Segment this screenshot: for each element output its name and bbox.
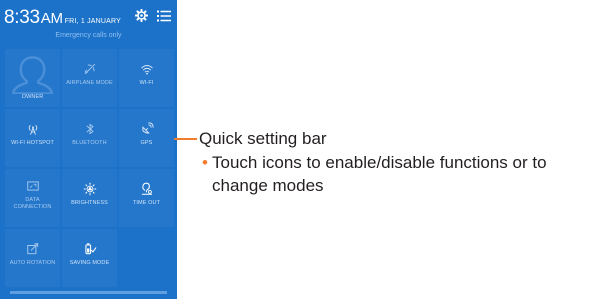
tile-airplane-mode[interactable]: AIRPLANE MODE <box>62 49 117 107</box>
battery-saving-icon <box>84 243 96 255</box>
panel-drag-handle[interactable] <box>10 291 167 294</box>
tile-label: BLUETOOTH <box>72 140 107 146</box>
tile-label: OWNER <box>21 94 44 100</box>
tile-label: AIRPLANE MODE <box>66 80 113 86</box>
tile-label-line2: CONNECTION <box>13 204 52 210</box>
tile-label: TIME OUT <box>132 200 161 206</box>
tile-label: DATA CONNECTION <box>5 197 60 211</box>
tile-label: SAVING MODE <box>69 260 110 266</box>
callout-leader-line <box>174 138 197 140</box>
wifi-icon <box>140 65 153 75</box>
tile-bluetooth[interactable]: BLUETOOTH <box>62 109 117 167</box>
callout-bullet: • Touch icons to enable/disable function… <box>199 151 604 197</box>
hotspot-icon <box>28 125 37 135</box>
clock: 8:33AM FRI, 1 JANUARY <box>4 7 121 29</box>
tile-saving-mode[interactable]: SAVING MODE <box>62 229 117 287</box>
bullet-dot: • <box>202 153 208 172</box>
emergency-calls-text: Emergency calls only <box>55 32 122 39</box>
brightness-icon <box>83 182 96 196</box>
bluetooth-icon <box>86 123 93 135</box>
list-icon[interactable] <box>157 10 171 22</box>
callout-bullet-text: Touch icons to enable/disable functions … <box>212 153 547 195</box>
rotation-icon <box>26 243 38 255</box>
tile-brightness[interactable]: BRIGHTNESS <box>62 169 117 227</box>
status-bar: 8:33AM FRI, 1 JANUARY <box>0 0 177 32</box>
clock-date: FRI, 1 JANUARY <box>64 18 122 25</box>
tile-auto-rotation[interactable]: AUTO ROTATION <box>5 229 60 287</box>
tile-label: WI-FI HOTSPOT <box>11 140 54 146</box>
timeout-icon <box>141 182 152 195</box>
tile-gps[interactable]: GPS <box>119 109 174 167</box>
tile-label: AUTO ROTATION <box>9 260 56 266</box>
gear-icon[interactable] <box>135 9 148 22</box>
clock-ampm: AM <box>40 10 63 27</box>
tile-label: BRIGHTNESS <box>71 200 108 206</box>
tile-data-connection[interactable]: DATA CONNECTION <box>5 169 60 227</box>
user-icon <box>12 56 53 94</box>
tile-label: WI-FI <box>139 80 154 86</box>
gps-icon <box>141 122 154 134</box>
airplane-icon <box>84 63 95 75</box>
clock-time: 8:33 <box>4 7 40 28</box>
quick-settings-grid: OWNER AIRPLANE MODE WI-FI WI-FI HOTSPOT … <box>5 49 175 289</box>
tile-wifi-hotspot[interactable]: WI-FI HOTSPOT <box>5 109 60 167</box>
tile-owner[interactable]: OWNER <box>5 49 60 107</box>
tile-wifi[interactable]: WI-FI <box>119 49 174 107</box>
notification-panel: 8:33AM FRI, 1 JANUARY Emergency calls on… <box>0 0 177 299</box>
tile-label: GPS <box>140 140 153 146</box>
tile-label-line1: DATA <box>25 197 40 203</box>
tile-time-out[interactable]: TIME OUT <box>119 169 174 227</box>
data-connection-icon <box>26 181 39 191</box>
callout-title: Quick setting bar <box>199 129 327 148</box>
callout: Quick setting bar • Touch icons to enabl… <box>199 129 604 197</box>
